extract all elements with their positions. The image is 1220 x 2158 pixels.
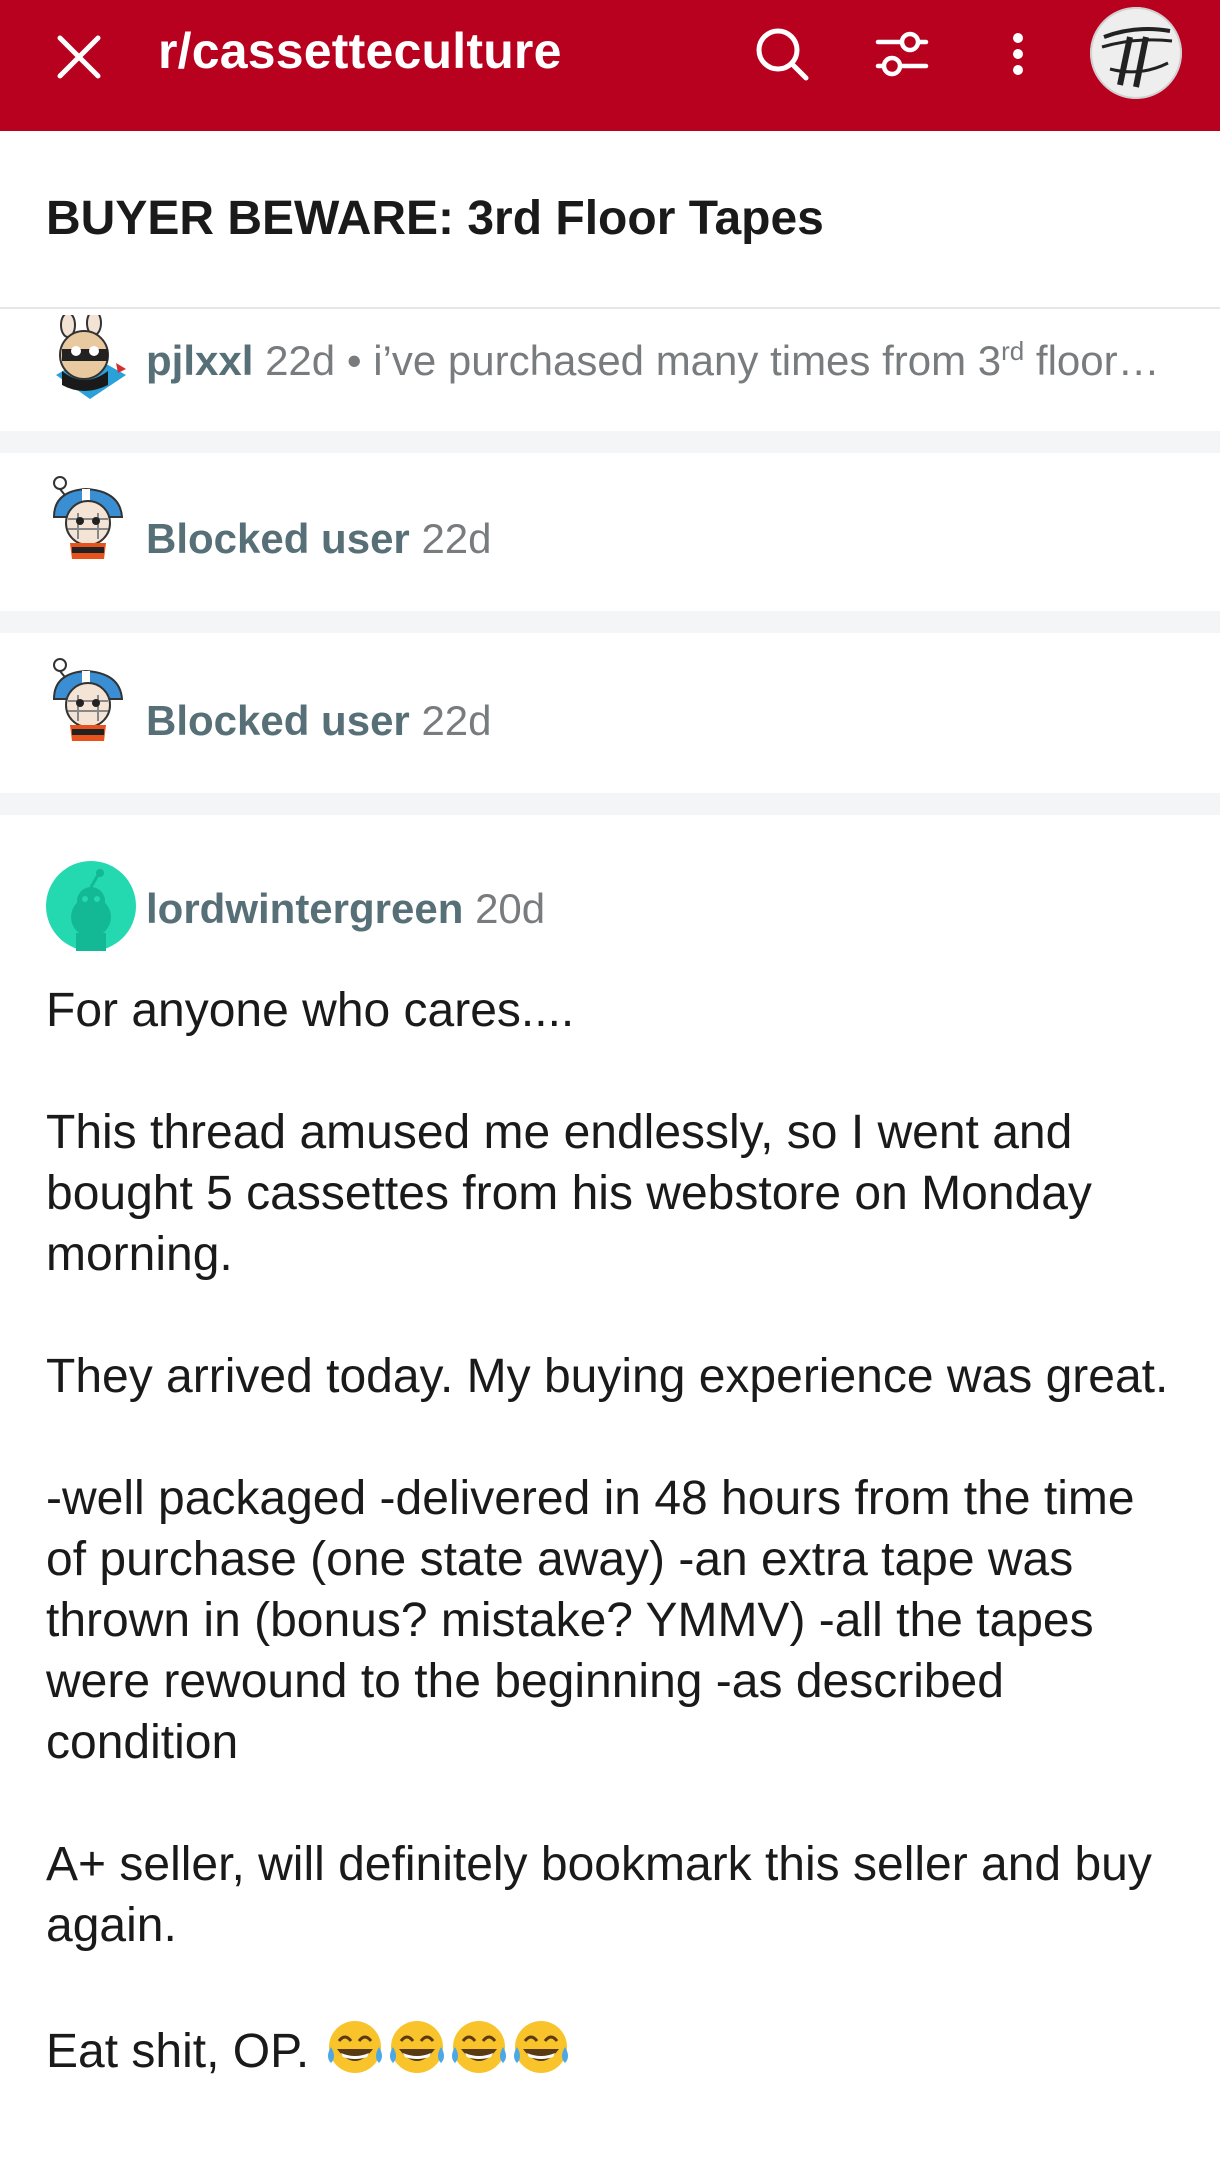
comment-paragraph: Eat shit, OP. xyxy=(46,2025,310,2078)
laughing-tears-emoji xyxy=(327,2021,382,2073)
comment-header: Blocked user 22d xyxy=(146,697,492,745)
comment-row[interactable]: pjlxxl 22d • i’ve purchased many times f… xyxy=(0,311,1220,431)
app-header: r/cassetteculture xyxy=(0,0,1220,131)
comment-body: For anyone who cares.... This thread amu… xyxy=(46,980,1186,2082)
search-icon[interactable] xyxy=(752,24,812,84)
comment-username[interactable]: lordwintergreen xyxy=(146,885,463,932)
comment-paragraph: They arrived today. My buying experience… xyxy=(46,1350,1169,1403)
close-icon[interactable] xyxy=(52,30,106,84)
comment-age: 22d xyxy=(421,515,492,562)
comment-age: 22d xyxy=(265,337,336,384)
user-avatar-icon xyxy=(56,315,126,399)
comment-paragraph: -well packaged -delivered in 48 hours fr… xyxy=(46,1472,1135,1769)
divider xyxy=(0,431,1220,453)
comment-row[interactable]: Blocked user 22d xyxy=(0,633,1220,793)
comment-last-paragraph: Eat shit, OP. xyxy=(46,2017,1186,2082)
laughing-tears-emoji xyxy=(451,2021,506,2073)
user-avatar-icon xyxy=(52,658,124,741)
divider xyxy=(0,793,1220,815)
comment-header: lordwintergreen 20d xyxy=(146,885,545,933)
subreddit-title[interactable]: r/cassetteculture xyxy=(158,22,562,80)
post-title-bar: BUYER BEWARE: 3rd Floor Tapes xyxy=(0,131,1220,309)
comment-username[interactable]: Blocked user xyxy=(146,697,410,744)
post-title: BUYER BEWARE: 3rd Floor Tapes xyxy=(46,192,824,245)
user-avatar-icon xyxy=(52,476,124,559)
user-avatar-icon xyxy=(46,861,136,951)
comment-row[interactable]: Blocked user 22d xyxy=(0,453,1220,611)
comment-header: pjlxxl 22d • i’ve purchased many times f… xyxy=(146,337,1160,385)
comment-header: Blocked user 22d xyxy=(146,515,492,563)
comment-paragraph: This thread amused me endlessly, so I we… xyxy=(46,1106,1092,1281)
divider xyxy=(0,611,1220,633)
dot-separator: • xyxy=(346,337,362,384)
more-vertical-icon[interactable] xyxy=(1000,24,1036,84)
comment-username[interactable]: pjlxxl xyxy=(146,337,253,384)
comment-age: 20d xyxy=(475,885,546,932)
laughing-tears-emoji xyxy=(513,2021,568,2073)
comment-paragraph: For anyone who cares.... xyxy=(46,984,575,1037)
comment-paragraph: A+ seller, will definitely bookmark this… xyxy=(46,1838,1152,1952)
avatar[interactable] xyxy=(1090,7,1182,99)
laughing-tears-emoji xyxy=(389,2021,444,2073)
filter-icon[interactable] xyxy=(872,24,932,84)
comment-snippet: i’ve purchased many times from 3rd floor… xyxy=(373,336,1160,384)
comment-username[interactable]: Blocked user xyxy=(146,515,410,562)
comment-age: 22d xyxy=(421,697,492,744)
